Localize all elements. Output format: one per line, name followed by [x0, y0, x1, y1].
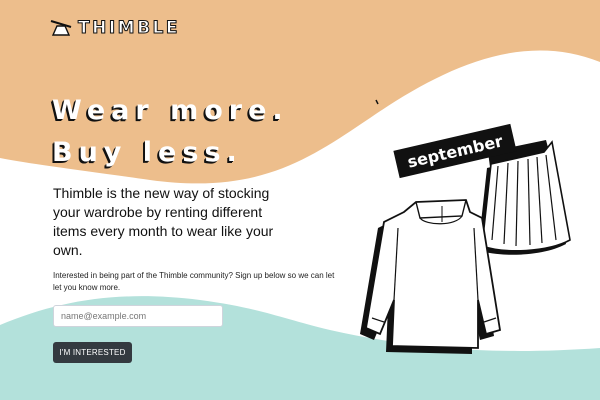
tick-mark: [375, 99, 379, 105]
skirt-illustration: [478, 140, 571, 255]
clothing-illustration: september: [360, 99, 571, 354]
